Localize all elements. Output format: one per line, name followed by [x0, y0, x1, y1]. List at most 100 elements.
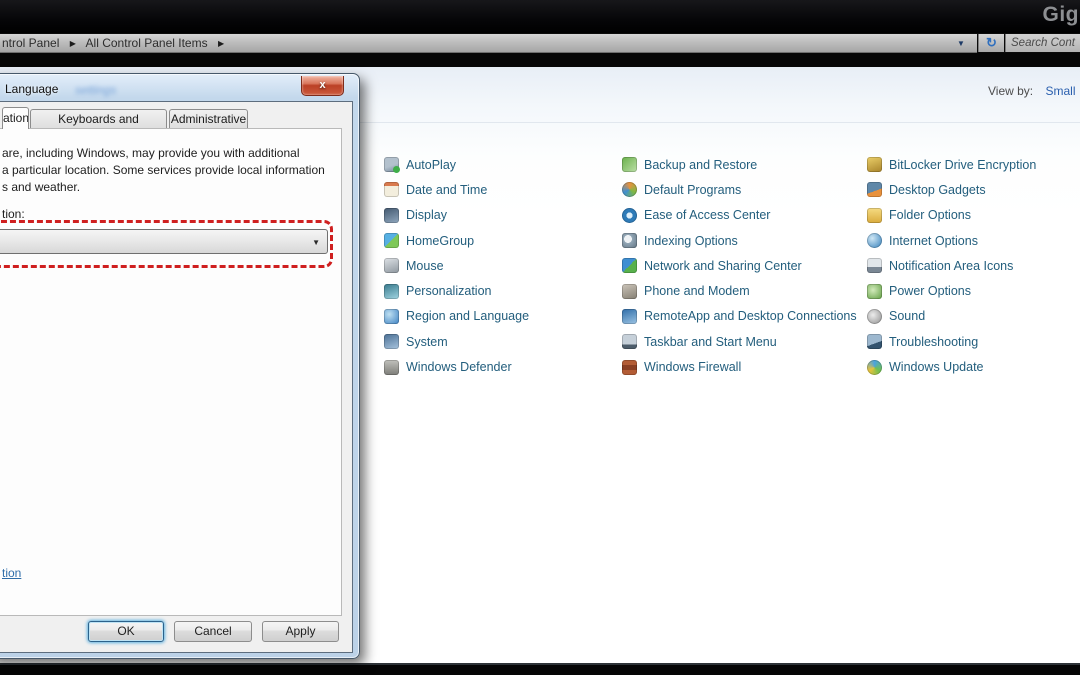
letterbox-bottom-bar: [0, 663, 1080, 675]
cp-item-label: Personalization: [406, 284, 491, 298]
close-button[interactable]: x: [301, 76, 344, 96]
cp-item-label: Internet Options: [889, 234, 978, 248]
cp-item-label: Power Options: [889, 284, 971, 298]
refresh-icon: ↻: [986, 35, 997, 50]
highlight-annotation-box: [0, 220, 333, 268]
cp-item-date-time[interactable]: Date and Time: [384, 177, 529, 202]
cp-item-label: Date and Time: [406, 183, 487, 197]
windows-firewall-icon: [622, 360, 637, 375]
phone-modem-icon: [622, 284, 637, 299]
taskbar-start-menu-icon: [622, 334, 637, 349]
cp-item-label: HomeGroup: [406, 234, 474, 248]
breadcrumb-arrow-icon[interactable]: ▶: [218, 39, 224, 48]
search-input[interactable]: [1005, 34, 1080, 52]
system-icon: [384, 334, 399, 349]
cp-column-3: BitLocker Drive Encryption Desktop Gadge…: [867, 152, 1036, 380]
watermark-logo: Gig: [1043, 3, 1080, 27]
cp-item-label: Mouse: [406, 259, 444, 273]
cp-item-internet-options[interactable]: Internet Options: [867, 228, 1036, 253]
windows-update-icon: [867, 360, 882, 375]
view-by-small-link[interactable]: Small: [1045, 84, 1075, 98]
dialog-title: Language: [5, 82, 58, 96]
cp-item-label: Troubleshooting: [889, 335, 978, 349]
address-bar: ntrol Panel ▶ All Control Panel Items ▶ …: [0, 33, 1080, 53]
remoteapp-icon: [622, 309, 637, 324]
cp-item-label: AutoPlay: [406, 158, 456, 172]
description-line: s and weather.: [2, 180, 80, 194]
tab-administrative[interactable]: Administrative: [169, 109, 248, 129]
cp-item-label: Taskbar and Start Menu: [644, 335, 777, 349]
cp-item-ease-of-access[interactable]: Ease of Access Center: [622, 203, 857, 228]
refresh-button[interactable]: ↻: [978, 34, 1004, 52]
backup-restore-icon: [622, 157, 637, 172]
cp-item-label: Backup and Restore: [644, 158, 757, 172]
bitlocker-icon: [867, 157, 882, 172]
cp-item-region-language[interactable]: Region and Language: [384, 304, 529, 329]
cp-item-windows-update[interactable]: Windows Update: [867, 354, 1036, 379]
cp-item-bitlocker[interactable]: BitLocker Drive Encryption: [867, 152, 1036, 177]
cp-item-notification-area-icons[interactable]: Notification Area Icons: [867, 253, 1036, 278]
notification-area-icons-icon: [867, 258, 882, 273]
breadcrumb-segment-all-items[interactable]: All Control Panel Items: [86, 36, 208, 50]
cancel-button[interactable]: Cancel: [174, 621, 252, 642]
cp-item-label: Ease of Access Center: [644, 208, 770, 222]
cp-item-label: Windows Firewall: [644, 360, 741, 374]
close-icon: x: [319, 79, 325, 91]
cp-item-label: Notification Area Icons: [889, 259, 1013, 273]
cp-item-display[interactable]: Display: [384, 203, 529, 228]
cp-item-sound[interactable]: Sound: [867, 304, 1036, 329]
cp-column-2: Backup and Restore Default Programs Ease…: [622, 152, 857, 380]
display-icon: [384, 208, 399, 223]
date-time-icon: [384, 182, 399, 197]
current-location-label: tion:: [2, 207, 25, 221]
glass-ghost-text: settings: [75, 83, 116, 97]
tab-keyboards-and-languages[interactable]: Keyboards and Languages: [30, 109, 167, 129]
cp-item-power-options[interactable]: Power Options: [867, 278, 1036, 303]
address-chevron-down-icon[interactable]: ▼: [948, 35, 974, 53]
cp-item-windows-firewall[interactable]: Windows Firewall: [622, 354, 857, 379]
cp-item-label: Default Programs: [644, 183, 741, 197]
cp-item-system[interactable]: System: [384, 329, 529, 354]
autoplay-icon: [384, 157, 399, 172]
window-titlebar: Gig: [0, 0, 1080, 33]
tab-location[interactable]: ation: [2, 107, 29, 129]
cp-item-remoteapp[interactable]: RemoteApp and Desktop Connections: [622, 304, 857, 329]
chrome-divider-strip: [0, 53, 1080, 67]
cp-item-desktop-gadgets[interactable]: Desktop Gadgets: [867, 177, 1036, 202]
region-language-icon: [384, 309, 399, 324]
cp-item-backup-restore[interactable]: Backup and Restore: [622, 152, 857, 177]
breadcrumb[interactable]: ntrol Panel ▶ All Control Panel Items ▶ …: [0, 34, 977, 53]
cp-item-label: Sound: [889, 309, 925, 323]
default-programs-icon: [622, 182, 637, 197]
cp-item-phone-modem[interactable]: Phone and Modem: [622, 278, 857, 303]
cp-item-label: Region and Language: [406, 309, 529, 323]
description-line: are, including Windows, may provide you …: [2, 146, 300, 160]
troubleshooting-icon: [867, 334, 882, 349]
cp-item-autoplay[interactable]: AutoPlay: [384, 152, 529, 177]
cp-item-default-programs[interactable]: Default Programs: [622, 177, 857, 202]
mouse-icon: [384, 258, 399, 273]
network-sharing-icon: [622, 258, 637, 273]
breadcrumb-arrow-icon[interactable]: ▶: [70, 39, 76, 48]
cp-item-windows-defender[interactable]: Windows Defender: [384, 354, 529, 379]
view-by-label: View by:: [988, 84, 1033, 98]
internet-options-icon: [867, 233, 882, 248]
cp-item-label: Folder Options: [889, 208, 971, 222]
cp-item-label: Indexing Options: [644, 234, 738, 248]
cp-item-personalization[interactable]: Personalization: [384, 278, 529, 303]
cp-item-indexing-options[interactable]: Indexing Options: [622, 228, 857, 253]
description-line: a particular location. Some services pro…: [2, 163, 325, 177]
ok-button[interactable]: OK: [88, 621, 164, 642]
apply-button[interactable]: Apply: [262, 621, 339, 642]
sound-icon: [867, 309, 882, 324]
breadcrumb-segment-control-panel[interactable]: ntrol Panel: [2, 36, 59, 50]
cp-item-network-sharing[interactable]: Network and Sharing Center: [622, 253, 857, 278]
dialog-help-link[interactable]: tion: [2, 566, 21, 580]
ease-of-access-icon: [622, 208, 637, 223]
desktop-gadgets-icon: [867, 182, 882, 197]
cp-item-folder-options[interactable]: Folder Options: [867, 203, 1036, 228]
cp-item-mouse[interactable]: Mouse: [384, 253, 529, 278]
cp-item-troubleshooting[interactable]: Troubleshooting: [867, 329, 1036, 354]
cp-item-taskbar-start-menu[interactable]: Taskbar and Start Menu: [622, 329, 857, 354]
cp-item-homegroup[interactable]: HomeGroup: [384, 228, 529, 253]
